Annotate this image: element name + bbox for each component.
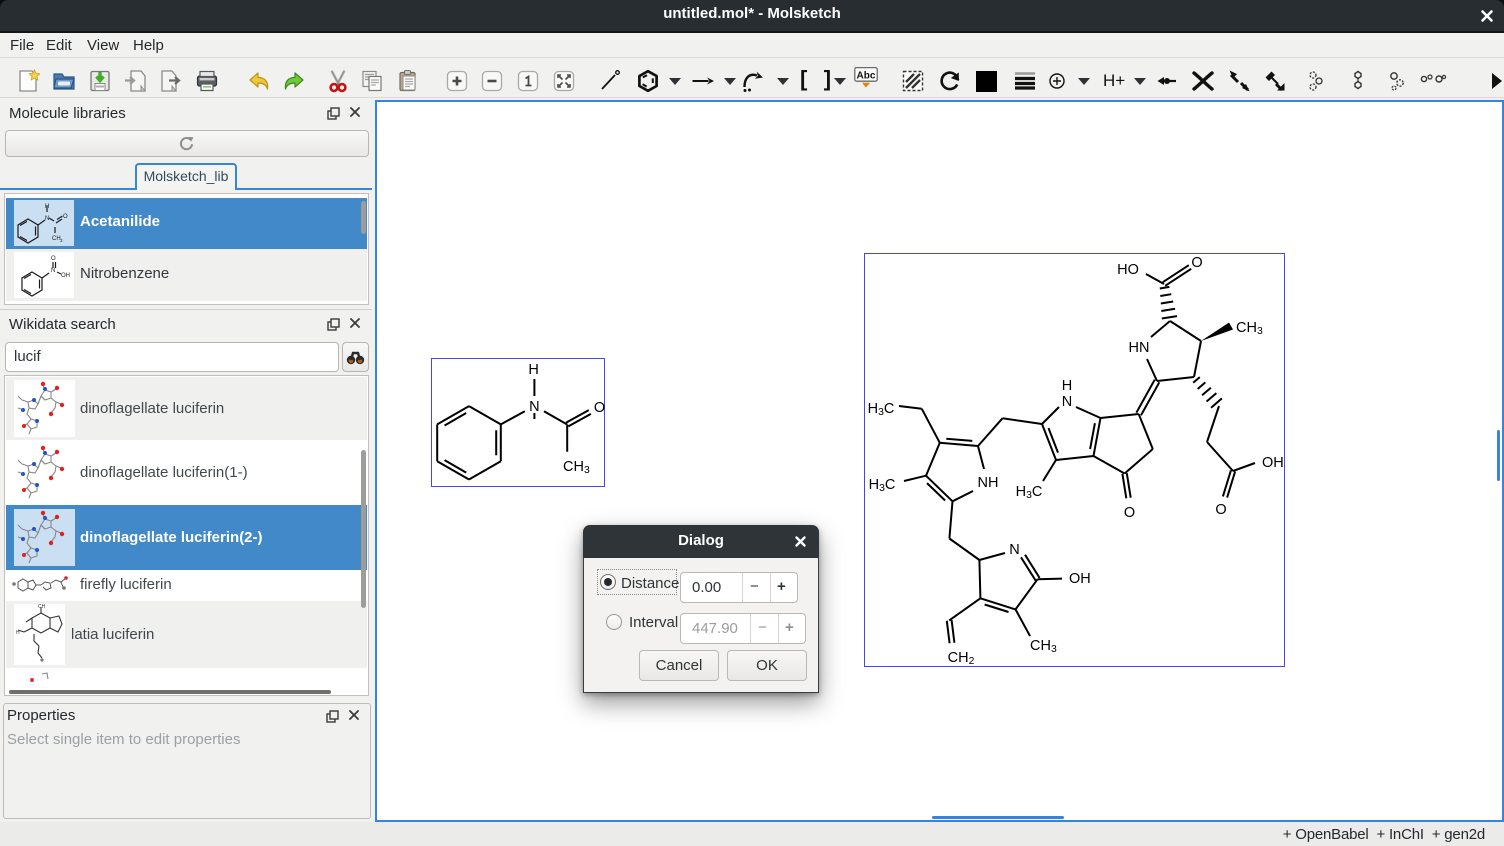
svg-text:N: N [1062, 394, 1072, 410]
svg-text:Abc: Abc [857, 70, 876, 81]
svg-text:CH2: CH2 [948, 650, 975, 667]
svg-text:O: O [63, 214, 68, 220]
svg-text:3: 3 [60, 238, 63, 243]
svg-text:H: H [528, 362, 538, 378]
svg-text:O: O [1124, 505, 1135, 521]
svg-text:H: H [1062, 378, 1072, 394]
svg-text:H: H [45, 204, 49, 210]
svg-text:H: H [16, 630, 20, 636]
svg-text:CH: CH [38, 604, 46, 610]
svg-text:CH3: CH3 [563, 459, 590, 476]
svg-text:HN: HN [1129, 340, 1150, 356]
svg-text:H3C: H3C [869, 477, 896, 494]
svg-text:N: N [51, 268, 55, 274]
svg-text:N: N [1009, 542, 1019, 558]
svg-text:H3C: H3C [1016, 484, 1043, 501]
svg-text:OH: OH [61, 273, 70, 279]
svg-text:NH: NH [978, 475, 999, 491]
svg-text:HO: HO [1117, 262, 1139, 278]
svg-text:O: O [1191, 255, 1202, 271]
svg-text:O: O [51, 256, 56, 262]
svg-text:N: N [45, 216, 49, 222]
svg-text:O: O [1215, 502, 1226, 518]
svg-text:H3C: H3C [868, 401, 895, 418]
svg-text:CH3: CH3 [1236, 320, 1263, 337]
svg-text:OH: OH [1262, 455, 1284, 471]
svg-text:CH3: CH3 [1030, 638, 1057, 655]
svg-text:OH: OH [1069, 571, 1091, 587]
svg-text:N: N [529, 399, 539, 415]
svg-text:O: O [594, 400, 605, 416]
